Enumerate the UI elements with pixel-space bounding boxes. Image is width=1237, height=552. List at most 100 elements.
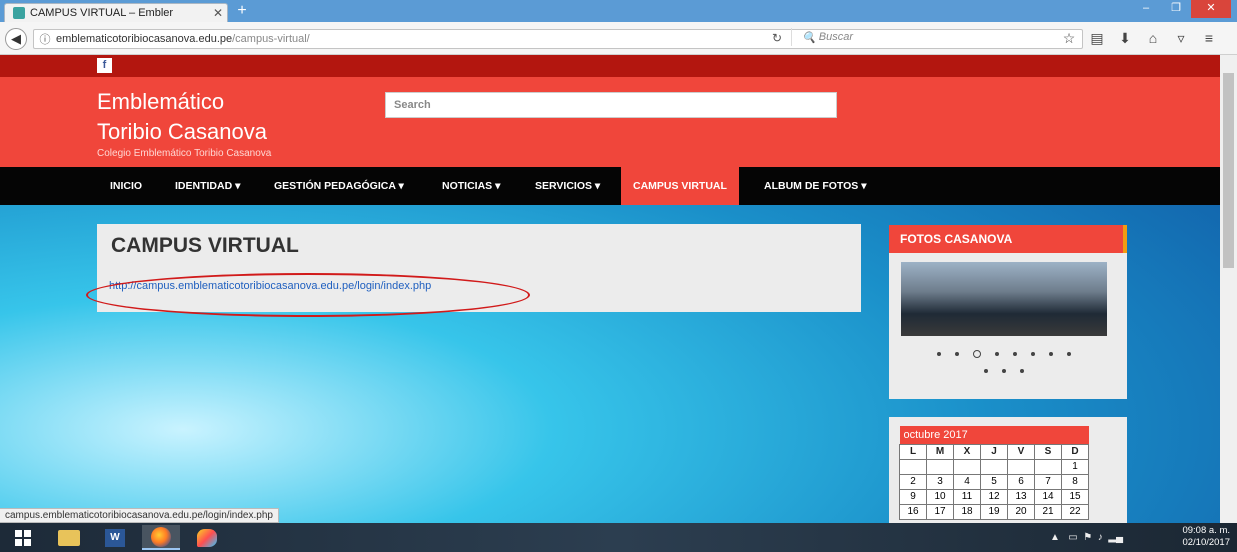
calendar-day xyxy=(953,458,981,475)
calendar-day[interactable]: 17 xyxy=(926,503,954,520)
clock-time: 09:08 a. m. xyxy=(1182,525,1230,536)
calendar-day[interactable]: 20 xyxy=(1007,503,1035,520)
browser-search-field[interactable]: 🔍 Buscar xyxy=(791,28,1024,46)
calendar-day[interactable]: 9 xyxy=(899,488,927,505)
menu-item-gestion-pedagogica[interactable]: GESTIÓN PEDAGÓGICA ▾ xyxy=(274,167,404,205)
menu-item-inicio[interactable]: INICIO xyxy=(110,167,142,205)
clock-date: 02/10/2017 xyxy=(1182,537,1230,548)
browser-nav-bar: ◀ ⓘ emblematicotoribiocasanova.edu.pe/ca… xyxy=(0,22,1237,55)
menu-item-campus-virtual[interactable]: CAMPUS VIRTUAL xyxy=(621,167,739,205)
taskbar-firefox[interactable] xyxy=(142,525,180,550)
slider-dot[interactable] xyxy=(937,351,941,356)
slider-dot[interactable] xyxy=(1067,351,1071,356)
site-brand-line2[interactable]: Toribio Casanova xyxy=(97,119,267,145)
calendar-weekdays: LMXJVSD xyxy=(899,443,1089,460)
site-brand-line1[interactable]: Emblemático xyxy=(97,89,224,115)
folder-icon xyxy=(58,529,80,546)
slider-dot[interactable] xyxy=(1049,351,1053,356)
top-strip: f xyxy=(0,55,1220,77)
calendar-day[interactable]: 1 xyxy=(1061,458,1089,475)
calendar-day xyxy=(899,458,927,475)
reload-icon[interactable]: ↻ xyxy=(772,31,782,45)
slider-dot[interactable] xyxy=(955,351,959,356)
site-search-input[interactable]: Search xyxy=(385,92,837,118)
calendar-day[interactable]: 18 xyxy=(953,503,981,520)
calendar-day[interactable]: 12 xyxy=(980,488,1008,505)
menu-item-identidad[interactable]: IDENTIDAD ▾ xyxy=(175,167,240,205)
tray-up-arrow-icon[interactable]: ▲ xyxy=(1050,532,1060,543)
calendar-week: 2345678 xyxy=(899,473,1089,490)
main-menu: INICIO IDENTIDAD ▾ GESTIÓN PEDAGÓGICA ▾ … xyxy=(0,167,1220,205)
slider-dots xyxy=(901,345,1107,379)
page-scrollbar[interactable] xyxy=(1220,55,1237,523)
tab-close-icon[interactable]: ✕ xyxy=(209,6,227,20)
calendar-day[interactable]: 3 xyxy=(926,473,954,490)
site-header: Emblemático Toribio Casanova Colegio Emb… xyxy=(0,77,1220,167)
url-host: emblematicotoribiocasanova.edu.pe xyxy=(56,33,233,45)
url-path: /campus-virtual/ xyxy=(232,33,310,45)
calendar-day[interactable]: 19 xyxy=(980,503,1008,520)
calendar-day[interactable]: 4 xyxy=(953,473,981,490)
calendar-week: 16 17 18 19 20 21 22 xyxy=(899,503,1089,520)
taskbar-word[interactable]: W xyxy=(96,525,134,550)
home-icon[interactable]: ⌂ xyxy=(1139,30,1167,47)
slider-dot[interactable] xyxy=(984,368,988,373)
calendar-day[interactable]: 21 xyxy=(1034,503,1062,520)
calendar-weekday: S xyxy=(1034,443,1062,460)
battery-icon[interactable]: ▭ xyxy=(1068,532,1077,543)
downloads-icon[interactable]: ⬇ xyxy=(1111,30,1139,47)
calendar-day xyxy=(926,458,954,475)
back-button[interactable]: ◀ xyxy=(5,28,27,50)
browser-tab-bar: CAMPUS VIRTUAL – Embler ✕ + – ❐ ✕ xyxy=(0,0,1237,22)
volume-icon[interactable]: ♪ xyxy=(1098,532,1103,543)
paint-icon xyxy=(197,528,217,547)
window-close-button[interactable]: ✕ xyxy=(1191,0,1231,18)
taskbar-clock[interactable]: 09:08 a. m. 02/10/2017 xyxy=(1180,525,1230,549)
new-tab-button[interactable]: + xyxy=(232,3,252,21)
calendar-day[interactable]: 10 xyxy=(926,488,954,505)
pocket-icon[interactable]: ▿ xyxy=(1167,30,1195,47)
reading-list-icon[interactable]: ▤ xyxy=(1083,30,1111,47)
photos-widget-title: FOTOS CASANOVA xyxy=(889,225,1127,253)
highlight-oval xyxy=(86,273,530,317)
bookmark-star-icon[interactable]: ☆ xyxy=(1055,30,1083,47)
calendar-day[interactable]: 16 xyxy=(899,503,927,520)
slider-dot[interactable] xyxy=(1031,351,1035,356)
flag-icon[interactable]: ⚑ xyxy=(1083,532,1092,543)
calendar-day[interactable]: 5 xyxy=(980,473,1008,490)
calendar-day[interactable]: 11 xyxy=(953,488,981,505)
calendar-weekday: J xyxy=(980,443,1008,460)
calendar-day[interactable]: 14 xyxy=(1034,488,1062,505)
photo-slide-image[interactable] xyxy=(901,262,1107,336)
calendar-day[interactable]: 2 xyxy=(899,473,927,490)
site-info-icon[interactable]: ⓘ xyxy=(34,31,56,47)
browser-toolbar: ☆ ▤ ⬇ ⌂ ▿ ≡ xyxy=(1055,30,1223,47)
slider-dot[interactable] xyxy=(1020,368,1024,373)
signal-icon[interactable]: ▂▄ xyxy=(1108,532,1123,543)
status-bar-url: campus.emblematicotoribiocasanova.edu.pe… xyxy=(0,508,279,523)
slider-dot-active[interactable] xyxy=(973,349,981,358)
slider-dot[interactable] xyxy=(1013,351,1017,356)
calendar-day[interactable]: 22 xyxy=(1061,503,1089,520)
scrollbar-thumb[interactable] xyxy=(1223,73,1234,268)
maximize-button[interactable]: ❐ xyxy=(1161,0,1191,18)
calendar-day[interactable]: 7 xyxy=(1034,473,1062,490)
slider-dot[interactable] xyxy=(995,351,999,356)
tab-title: CAMPUS VIRTUAL – Embler xyxy=(30,7,174,19)
calendar-day[interactable]: 8 xyxy=(1061,473,1089,490)
menu-item-noticias[interactable]: NOTICIAS ▾ xyxy=(442,167,500,205)
calendar-day[interactable]: 6 xyxy=(1007,473,1035,490)
menu-item-servicios[interactable]: SERVICIOS ▾ xyxy=(535,167,600,205)
calendar-day[interactable]: 15 xyxy=(1061,488,1089,505)
menu-item-album-de-fotos[interactable]: ALBUM DE FOTOS ▾ xyxy=(764,167,867,205)
menu-icon[interactable]: ≡ xyxy=(1195,30,1223,47)
calendar-day xyxy=(1034,458,1062,475)
taskbar-paint[interactable] xyxy=(188,525,226,550)
start-button[interactable] xyxy=(4,525,42,550)
taskbar-file-explorer[interactable] xyxy=(50,525,88,550)
facebook-icon[interactable]: f xyxy=(97,58,112,73)
minimize-button[interactable]: – xyxy=(1131,0,1161,18)
slider-dot[interactable] xyxy=(1002,368,1006,373)
calendar-day[interactable]: 13 xyxy=(1007,488,1035,505)
browser-tab[interactable]: CAMPUS VIRTUAL – Embler ✕ xyxy=(4,3,228,22)
